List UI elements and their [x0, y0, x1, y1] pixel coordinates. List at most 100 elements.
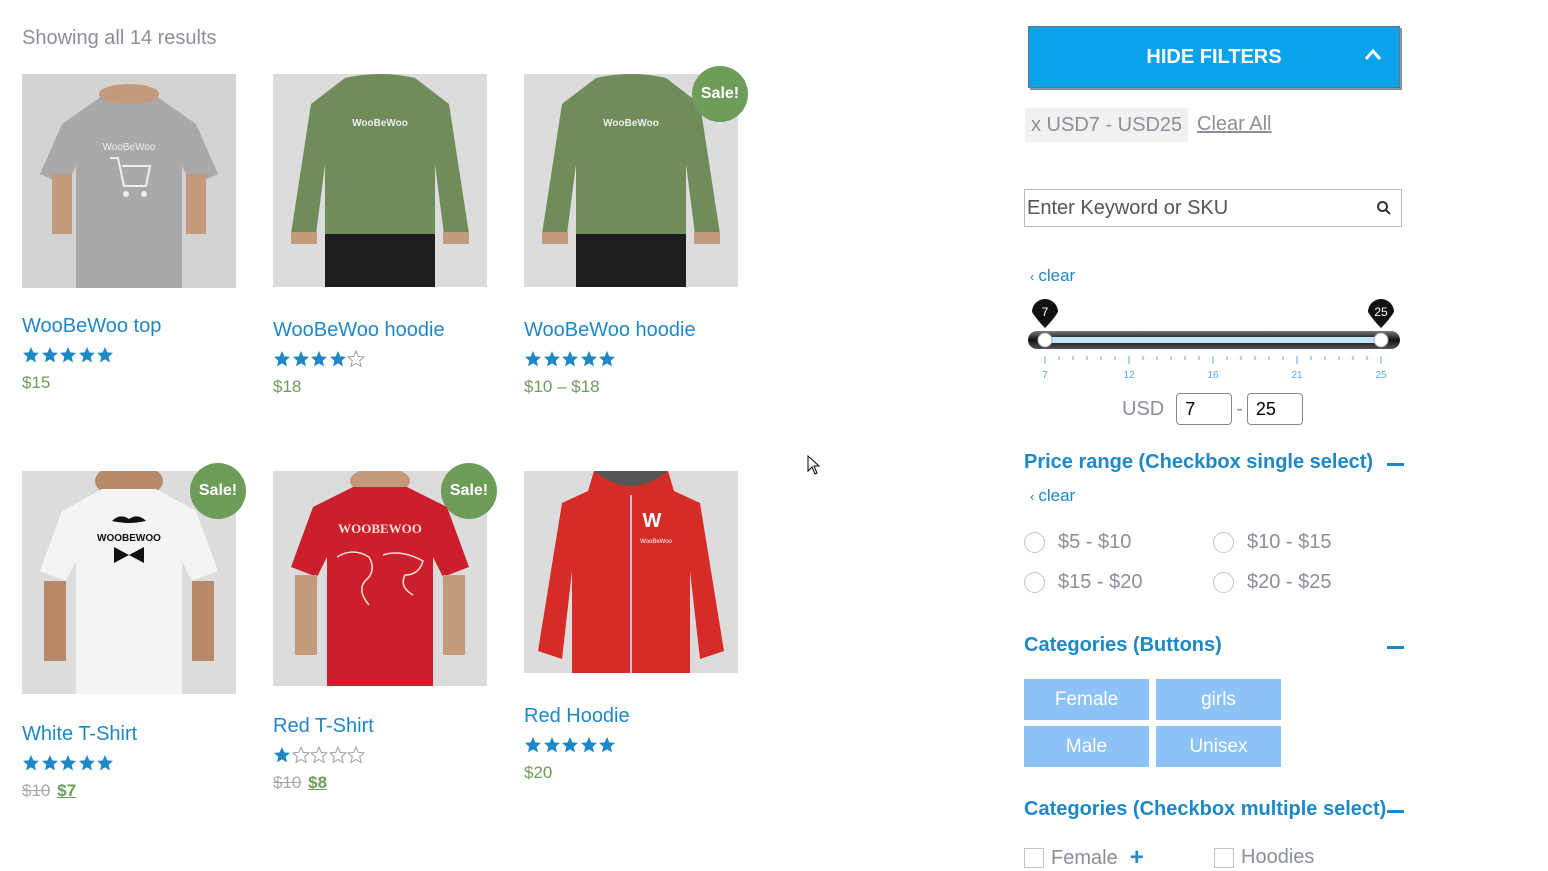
- price-range-option[interactable]: $20 - $25: [1213, 571, 1332, 594]
- star-rating: [524, 350, 738, 370]
- product-price: $15: [22, 373, 51, 392]
- star-filled-icon: [599, 737, 615, 753]
- price-range-option[interactable]: $10 - $15: [1213, 531, 1332, 554]
- category-button-male[interactable]: Male: [1024, 726, 1149, 767]
- product-title[interactable]: WooBeWoo top: [22, 314, 236, 338]
- category-button-unisex[interactable]: Unisex: [1156, 726, 1281, 767]
- collapse-minus-icon[interactable]: [1387, 810, 1404, 813]
- category-checkbox-hoodies[interactable]: Hoodies: [1214, 846, 1314, 869]
- option-label: Hoodies: [1241, 846, 1315, 868]
- search-icon[interactable]: [1376, 200, 1392, 216]
- slider-tick-label: 12: [1123, 370, 1135, 381]
- radio-button[interactable]: [1213, 532, 1234, 553]
- price-range-slider[interactable]: 7 12 16 21 25 7 25: [1028, 298, 1400, 398]
- option-label: $10 - $15: [1247, 531, 1332, 553]
- radio-button[interactable]: [1213, 572, 1234, 593]
- star-empty-icon: [328, 746, 347, 764]
- clear-price-range-link[interactable]: ‹ clear: [1030, 486, 1075, 506]
- radio-button[interactable]: [1024, 572, 1045, 593]
- categories-checkbox-section-title[interactable]: Categories (Checkbox multiple select): [1024, 798, 1404, 821]
- slider-tick-label: 16: [1207, 370, 1219, 381]
- price-range-section-title[interactable]: Price range (Checkbox single select): [1024, 451, 1404, 474]
- star-filled-icon: [311, 351, 327, 367]
- product-price: $18: [273, 377, 302, 396]
- star-filled-icon: [41, 347, 58, 363]
- sale-price: $7: [57, 781, 77, 800]
- currency-label: USD: [1122, 397, 1165, 420]
- category-button-female[interactable]: Female: [1024, 679, 1149, 720]
- star-filled-icon: [525, 351, 541, 367]
- product-price: $10 $7: [22, 781, 236, 801]
- svg-text:WooBeWoo: WooBeWoo: [103, 142, 156, 153]
- product-card[interactable]: W WooBeWoo Red Hoodie $20: [524, 471, 738, 783]
- product-image[interactable]: WOOBEWOO Sale!: [22, 463, 246, 694]
- categories-buttons-section-title[interactable]: Categories (Buttons): [1024, 634, 1404, 657]
- svg-text:WOOBEWOO: WOOBEWOO: [338, 521, 422, 536]
- product-title[interactable]: WooBeWoo hoodie: [273, 318, 487, 342]
- product-card[interactable]: WOOBEWOO Sale! White T-Shirt $10 $7: [22, 463, 246, 801]
- star-rating: [22, 346, 236, 366]
- star-empty-icon: [347, 350, 365, 368]
- price-range-option[interactable]: $15 - $20: [1024, 571, 1143, 594]
- slider-tick-label: 21: [1291, 370, 1303, 381]
- product-price: $10 $8: [273, 773, 487, 793]
- clear-price-slider-link[interactable]: ‹ clear: [1030, 266, 1075, 286]
- search-input[interactable]: [1025, 190, 1369, 226]
- star-empty-icon: [310, 746, 328, 764]
- price-to-input[interactable]: [1246, 393, 1303, 425]
- product-card[interactable]: WooBeWoo WooBeWoo hoodie $18: [273, 74, 487, 397]
- expand-plus-icon[interactable]: +: [1130, 846, 1144, 870]
- product-title[interactable]: White T-Shirt: [22, 722, 236, 746]
- section-title-label: Price range (Checkbox single select): [1024, 451, 1374, 473]
- category-checkbox-female[interactable]: Female +: [1024, 846, 1144, 870]
- star-rating: [22, 754, 236, 774]
- price-range-option[interactable]: $5 - $10: [1024, 531, 1131, 554]
- section-title-label: Categories (Buttons): [1024, 634, 1222, 656]
- section-title-label: Categories (Checkbox multiple select): [1024, 798, 1387, 820]
- slider-ticks: [1044, 356, 1382, 364]
- slider-knob-max[interactable]: [1373, 332, 1389, 348]
- product-card[interactable]: WOOBEWOO Sale! Red T-Shirt $10 $8: [273, 463, 497, 793]
- clear-label: clear: [1038, 266, 1076, 285]
- star-filled-icon: [23, 347, 39, 363]
- product-title[interactable]: WooBeWoo hoodie: [524, 318, 738, 342]
- collapse-minus-icon[interactable]: [1387, 463, 1404, 466]
- star-filled-icon: [292, 351, 309, 367]
- option-label: $5 - $10: [1058, 531, 1132, 553]
- product-title[interactable]: Red T-Shirt: [273, 714, 487, 738]
- product-image[interactable]: WOOBEWOO Sale!: [273, 463, 497, 686]
- product-image[interactable]: WooBeWoo Sale!: [524, 66, 748, 287]
- category-button-girls[interactable]: girls: [1156, 679, 1281, 720]
- product-card[interactable]: WooBeWoo Sale! WooBeWoo hoodie $10 – $18: [524, 66, 748, 397]
- option-label: $15 - $20: [1058, 571, 1143, 593]
- active-filter-chip[interactable]: x USD7 - USD25: [1025, 108, 1189, 142]
- star-filled-icon: [329, 351, 346, 367]
- hide-filters-button[interactable]: HIDE FILTERS: [1028, 26, 1400, 88]
- product-title[interactable]: Red Hoodie: [524, 704, 738, 728]
- clear-all-link[interactable]: Clear All: [1197, 113, 1271, 136]
- option-label: $20 - $25: [1247, 571, 1332, 593]
- price-from-input[interactable]: [1176, 393, 1233, 425]
- svg-text:WooBeWoo: WooBeWoo: [352, 118, 408, 129]
- checkbox[interactable]: [1214, 847, 1234, 868]
- product-price: $20: [524, 763, 553, 782]
- product-card[interactable]: WooBeWoo WooBeWoo top $15: [22, 74, 236, 393]
- mouse-cursor-icon: [807, 455, 821, 475]
- star-filled-icon: [97, 347, 113, 363]
- slider-knob-min[interactable]: [1037, 332, 1053, 348]
- star-empty-icon: [347, 746, 365, 764]
- product-image[interactable]: WooBeWoo: [22, 74, 236, 288]
- radio-button[interactable]: [1024, 532, 1045, 553]
- checkbox[interactable]: [1024, 848, 1044, 868]
- svg-text:W: W: [643, 510, 662, 532]
- star-filled-icon: [78, 755, 95, 771]
- chevron-up-icon: [1364, 48, 1382, 60]
- product-image[interactable]: WooBeWoo: [273, 74, 487, 287]
- search-field[interactable]: [1024, 189, 1402, 227]
- collapse-minus-icon[interactable]: [1387, 646, 1404, 649]
- star-filled-icon: [562, 737, 578, 753]
- star-rating: [524, 736, 738, 756]
- product-image[interactable]: W WooBeWoo: [524, 471, 738, 673]
- svg-text:WooBeWoo: WooBeWoo: [603, 118, 659, 129]
- original-price: $10: [273, 773, 302, 792]
